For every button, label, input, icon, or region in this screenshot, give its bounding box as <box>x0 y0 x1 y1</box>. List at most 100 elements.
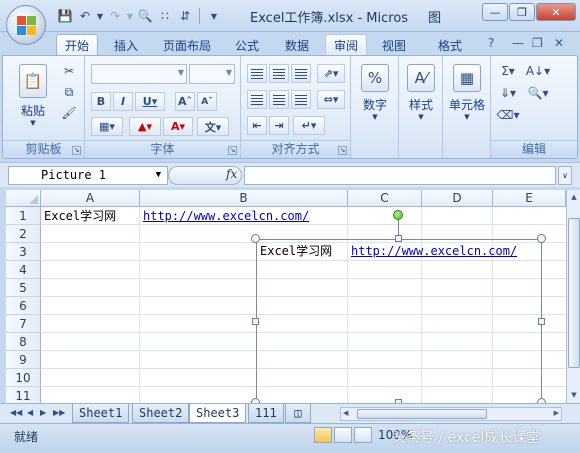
tab-view[interactable]: 视图 <box>374 34 414 56</box>
sort-filter-icon[interactable]: A↓▾ <box>525 62 551 80</box>
sheet-tab-sheet3[interactable]: Sheet3 <box>189 404 247 423</box>
align-bottom-button[interactable] <box>291 64 311 83</box>
resize-handle-left[interactable] <box>252 318 259 325</box>
font-color-button[interactable]: A▾ <box>163 117 193 136</box>
worksheet-grid[interactable]: A B C D E 1 2 3 4 5 6 7 8 9 10 11 Excel学… <box>6 190 566 403</box>
italic-button[interactable]: I <box>113 92 133 111</box>
insert-sheet-icon[interactable]: ◫ <box>285 404 311 423</box>
print-preview-icon[interactable]: 🔍 <box>136 7 154 25</box>
vertical-scrollbar[interactable]: ▲ ▼ <box>566 190 580 403</box>
column-header-e[interactable]: E <box>493 190 566 207</box>
select-all-corner[interactable] <box>6 190 41 207</box>
grow-font-button[interactable]: Aˆ <box>175 92 195 111</box>
tab-format[interactable]: 格式 <box>430 34 470 56</box>
row-header-4[interactable]: 4 <box>6 261 41 279</box>
font-launcher-icon[interactable]: ↘ <box>228 146 237 155</box>
first-sheet-icon[interactable]: ◀◀ <box>10 408 22 417</box>
row-header-2[interactable]: 2 <box>6 225 41 243</box>
scroll-down-icon[interactable]: ▼ <box>568 389 580 402</box>
minimize-button[interactable]: — <box>482 3 508 21</box>
align-top-button[interactable] <box>247 64 267 83</box>
column-header-d[interactable]: D <box>422 190 493 207</box>
tab-review[interactable]: 审阅 <box>325 34 368 56</box>
horizontal-scroll-thumb[interactable] <box>357 409 487 419</box>
row-header-6[interactable]: 6 <box>6 297 41 315</box>
row-header-11[interactable]: 11 <box>6 387 41 403</box>
row-header-7[interactable]: 7 <box>6 315 41 333</box>
ribbon-restore-icon[interactable]: ❐ <box>532 36 543 50</box>
close-button[interactable]: ✕ <box>536 3 576 21</box>
restore-button[interactable]: ❐ <box>509 3 535 21</box>
row-header-8[interactable]: 8 <box>6 333 41 351</box>
styles-button[interactable]: A⁄ 样式 ▼ <box>405 64 437 121</box>
save-icon[interactable]: 💾 <box>56 7 74 25</box>
phonetic-button[interactable]: 文▾ <box>197 117 229 136</box>
fill-color-button[interactable]: ▲▾ <box>129 117 161 136</box>
normal-view-button[interactable] <box>314 427 332 443</box>
shrink-font-button[interactable]: Aˇ <box>197 92 217 111</box>
wrap-text-button[interactable]: ↵▾ <box>293 116 325 135</box>
fx-icon[interactable]: fx <box>226 167 237 181</box>
ribbon-minimize-icon[interactable]: — <box>512 36 524 50</box>
scroll-right-icon[interactable]: ▶ <box>554 409 559 417</box>
column-header-c[interactable]: C <box>348 190 422 207</box>
tab-formulas[interactable]: 公式 <box>227 34 267 56</box>
next-sheet-icon[interactable]: ▶ <box>40 408 46 417</box>
find-select-icon[interactable]: 🔍▾ <box>525 84 551 102</box>
redo-icon[interactable]: ↷ <box>106 7 124 25</box>
scroll-left-icon[interactable]: ◀ <box>343 409 348 417</box>
row-header-9[interactable]: 9 <box>6 351 41 369</box>
select-objects-icon[interactable]: ∷ <box>156 7 174 25</box>
paste-button[interactable]: 📋 粘贴 ▼ <box>15 64 51 127</box>
align-middle-button[interactable] <box>269 64 289 83</box>
page-break-view-button[interactable] <box>354 427 372 443</box>
cell-b1-link[interactable]: http://www.excelcn.com/ <box>143 207 309 225</box>
undo-icon[interactable]: ↶ <box>76 7 94 25</box>
autosum-icon[interactable]: Σ▾ <box>495 62 521 80</box>
horizontal-scrollbar[interactable]: ◀ ▶ <box>340 407 562 421</box>
ribbon-close-icon[interactable]: ✕ <box>554 36 564 50</box>
cells-button[interactable]: ▦ 单元格 ▼ <box>445 64 489 121</box>
alignment-launcher-icon[interactable]: ↘ <box>338 146 347 155</box>
bold-button[interactable]: B <box>91 92 111 111</box>
clear-icon[interactable]: ⌫▾ <box>495 106 521 124</box>
last-sheet-icon[interactable]: ▶▶ <box>53 408 65 417</box>
tab-home[interactable]: 开始 <box>56 34 99 56</box>
cell-a1[interactable]: Excel学习网 <box>44 207 116 225</box>
prev-sheet-icon[interactable]: ◀ <box>27 408 33 417</box>
tab-page-layout[interactable]: 页面布局 <box>155 34 219 56</box>
orientation-button[interactable]: ⇗▾ <box>317 64 345 83</box>
scroll-up-icon[interactable]: ▲ <box>568 191 580 204</box>
copy-icon[interactable]: ⧉ <box>59 83 79 101</box>
redo-dropdown-icon[interactable]: ▼ <box>126 7 134 25</box>
undo-dropdown-icon[interactable]: ▼ <box>96 7 104 25</box>
format-painter-icon[interactable]: 🖌 <box>59 104 79 122</box>
fill-icon[interactable]: ⇓▾ <box>495 84 521 102</box>
vertical-scroll-thumb[interactable] <box>568 218 580 368</box>
decrease-indent-button[interactable]: ⇤ <box>247 116 267 135</box>
column-header-a[interactable]: A <box>41 190 140 207</box>
rotate-handle[interactable] <box>393 210 403 220</box>
row-header-1[interactable]: 1 <box>6 207 41 225</box>
formula-expand-icon[interactable]: ∨ <box>558 166 572 185</box>
resize-handle-right[interactable] <box>538 318 545 325</box>
name-box-dropdown-icon[interactable]: ▼ <box>156 167 161 184</box>
resize-handle-top[interactable] <box>395 235 402 242</box>
resize-handle-top-left[interactable] <box>251 234 260 243</box>
borders-button[interactable]: ▦▾ <box>91 117 123 136</box>
sheet-tab-111[interactable]: 111 <box>248 404 284 423</box>
tab-insert[interactable]: 插入 <box>106 34 146 56</box>
row-header-3[interactable]: 3 <box>6 243 41 261</box>
underline-button[interactable]: U▾ <box>135 92 165 111</box>
font-size-combo[interactable]: ▼ <box>189 64 235 84</box>
name-box[interactable]: Picture 1 ▼ <box>8 166 168 185</box>
formula-input[interactable] <box>244 166 556 185</box>
sheet-tab-sheet2[interactable]: Sheet2 <box>132 404 190 423</box>
cut-icon[interactable]: ✂ <box>59 62 79 80</box>
column-header-b[interactable]: B <box>140 190 348 207</box>
font-name-combo[interactable]: ▼ <box>91 64 187 84</box>
page-layout-view-button[interactable] <box>334 427 352 443</box>
clipboard-launcher-icon[interactable]: ↘ <box>72 146 81 155</box>
align-left-button[interactable] <box>247 90 267 109</box>
number-format-button[interactable]: % 数字 ▼ <box>359 64 391 121</box>
